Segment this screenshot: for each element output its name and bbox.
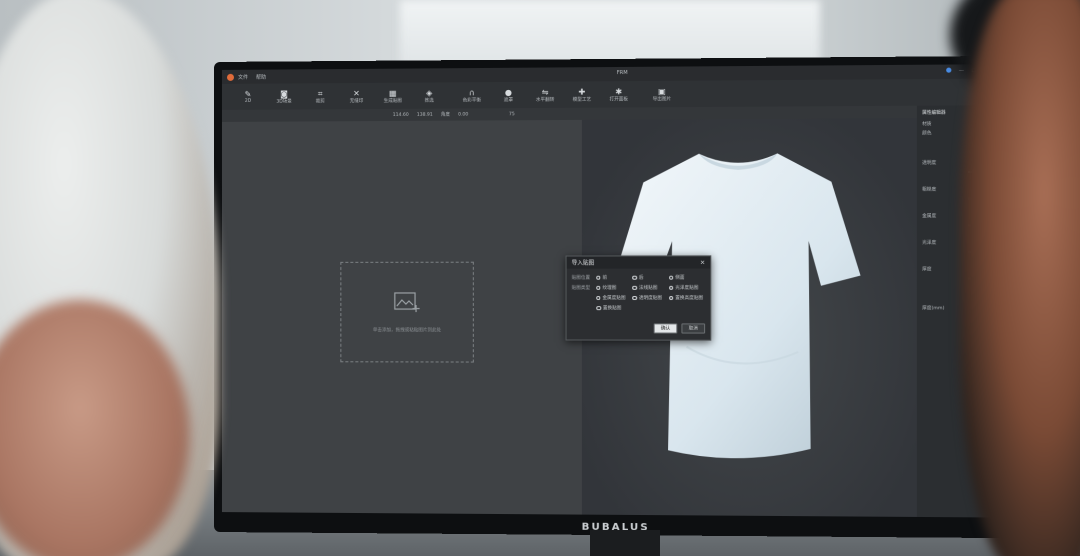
tool-pick[interactable]: ◈ 拣选 [411, 88, 447, 103]
dialog-buttons: 确认 取消 [653, 323, 706, 334]
drop-zone-hint: 单击添加，拖拽或粘贴图片到此处 [372, 328, 442, 334]
person-icon: ● [504, 87, 512, 97]
status-dot-icon [946, 67, 952, 73]
import-map-dialog: 导入贴图 ✕ 贴图位置 前 后 侧面 贴图类型 纹理图 法线贴图 光泽度贴图 金… [565, 255, 712, 341]
radio-displacement-map[interactable]: 置换贴图 [596, 305, 633, 311]
pen-icon: ✎ [244, 89, 252, 99]
tool-2d[interactable]: ✎ 2D [230, 90, 266, 104]
window-title: FRM [616, 69, 628, 77]
dialog-close-icon[interactable]: ✕ [700, 259, 705, 266]
radio-side[interactable]: 侧面 [668, 275, 706, 281]
radio-height-map[interactable]: 置换高度贴图 [668, 295, 706, 301]
angle-field[interactable]: 0.00 [458, 112, 468, 117]
tool-export[interactable]: ▣ 导出图片 [643, 86, 680, 101]
person-right-blur [960, 0, 1080, 556]
cancel-button[interactable]: 取消 [681, 323, 706, 334]
image-drop-zone[interactable]: 单击添加，拖拽或粘贴图片到此处 [340, 261, 474, 363]
radio-gloss-map[interactable]: 光泽度贴图 [668, 285, 706, 291]
tool-crop[interactable]: ⌗ 裁剪 [302, 89, 338, 104]
position-label: 贴图位置 [571, 275, 591, 281]
tool-model-craft[interactable]: ✚ 模型工艺 [563, 87, 600, 102]
radio-metal-map[interactable]: 金属度贴图 [595, 295, 632, 301]
radio-back[interactable]: 后 [632, 275, 668, 281]
flip-icon: ⇋ [541, 87, 549, 97]
image-add-icon [394, 291, 420, 313]
crop-icon: ⌗ [317, 88, 323, 98]
pattern-icon: ✕ [353, 88, 360, 98]
tool-open-panel[interactable]: ✱ 打开面板 [600, 87, 637, 102]
plus-icon: ✚ [578, 86, 586, 97]
tool-seamless[interactable]: ✕ 无缝印 [338, 88, 374, 104]
tool-generate-map[interactable]: ▦ 生成贴图 [375, 88, 411, 103]
tool-color-balance[interactable]: ∩ 色彩平衡 [454, 88, 491, 103]
grid-icon: ▦ [388, 88, 397, 98]
dialog-row-type-3: 置换贴图 [572, 303, 705, 313]
type-label: 贴图类型 [571, 285, 591, 291]
zoom-select[interactable]: 75 [509, 112, 515, 117]
tool-flip[interactable]: ⇋ 水平翻转 [527, 87, 564, 102]
radio-texture[interactable]: 纹理图 [595, 285, 632, 291]
radio-front[interactable]: 前 [595, 275, 632, 281]
camera-icon: ◙ [280, 88, 288, 99]
app-logo-icon [226, 73, 234, 81]
tool-mask[interactable]: ● 遮罩 [490, 87, 527, 102]
menu-help[interactable]: 帮助 [256, 73, 266, 80]
tool-3d-scene[interactable]: ◙ 3D场景 [266, 89, 302, 104]
dialog-row-type-2: 金属度贴图 透明度贴图 置换高度贴图 [572, 293, 705, 303]
monitor-stand [590, 530, 660, 556]
headphone-icon: ∩ [468, 87, 475, 97]
export-icon: ▣ [657, 86, 666, 96]
menu-file[interactable]: 文件 [238, 73, 248, 80]
radio-normal-map[interactable]: 法线贴图 [632, 285, 668, 291]
gear-icon: ✱ [615, 86, 623, 96]
ok-button[interactable]: 确认 [653, 323, 678, 334]
canvas-2d[interactable]: 单击添加，拖拽或粘贴图片到此处 [221, 119, 582, 515]
width-field[interactable]: 114.60 [393, 112, 409, 117]
pick-icon: ◈ [426, 88, 433, 98]
monitor-screen: 文件 帮助 FRM — ▢ ✕ ✎2D ◙3D场景 ⌗裁剪 ✕无缝印 ▦生成贴图… [221, 64, 1020, 518]
height-field[interactable]: 138.91 [417, 112, 433, 117]
photo-scene: 文件 帮助 FRM — ▢ ✕ ✎2D ◙3D场景 ⌗裁剪 ✕无缝印 ▦生成贴图… [0, 0, 1080, 556]
radio-alpha-map[interactable]: 透明度贴图 [632, 295, 668, 301]
dialog-title: 导入贴图 [571, 260, 595, 267]
dialog-row-type: 贴图类型 纹理图 法线贴图 光泽度贴图 [572, 283, 705, 293]
angle-label: 角度 [440, 112, 450, 118]
dialog-row-position: 贴图位置 前 后 侧面 [572, 273, 705, 283]
dialog-body: 贴图位置 前 后 侧面 贴图类型 纹理图 法线贴图 光泽度贴图 金属度贴图 透明… [567, 269, 711, 318]
monitor: 文件 帮助 FRM — ▢ ✕ ✎2D ◙3D场景 ⌗裁剪 ✕无缝印 ▦生成贴图… [214, 55, 1029, 539]
dialog-title-bar: 导入贴图 ✕ [566, 256, 711, 269]
